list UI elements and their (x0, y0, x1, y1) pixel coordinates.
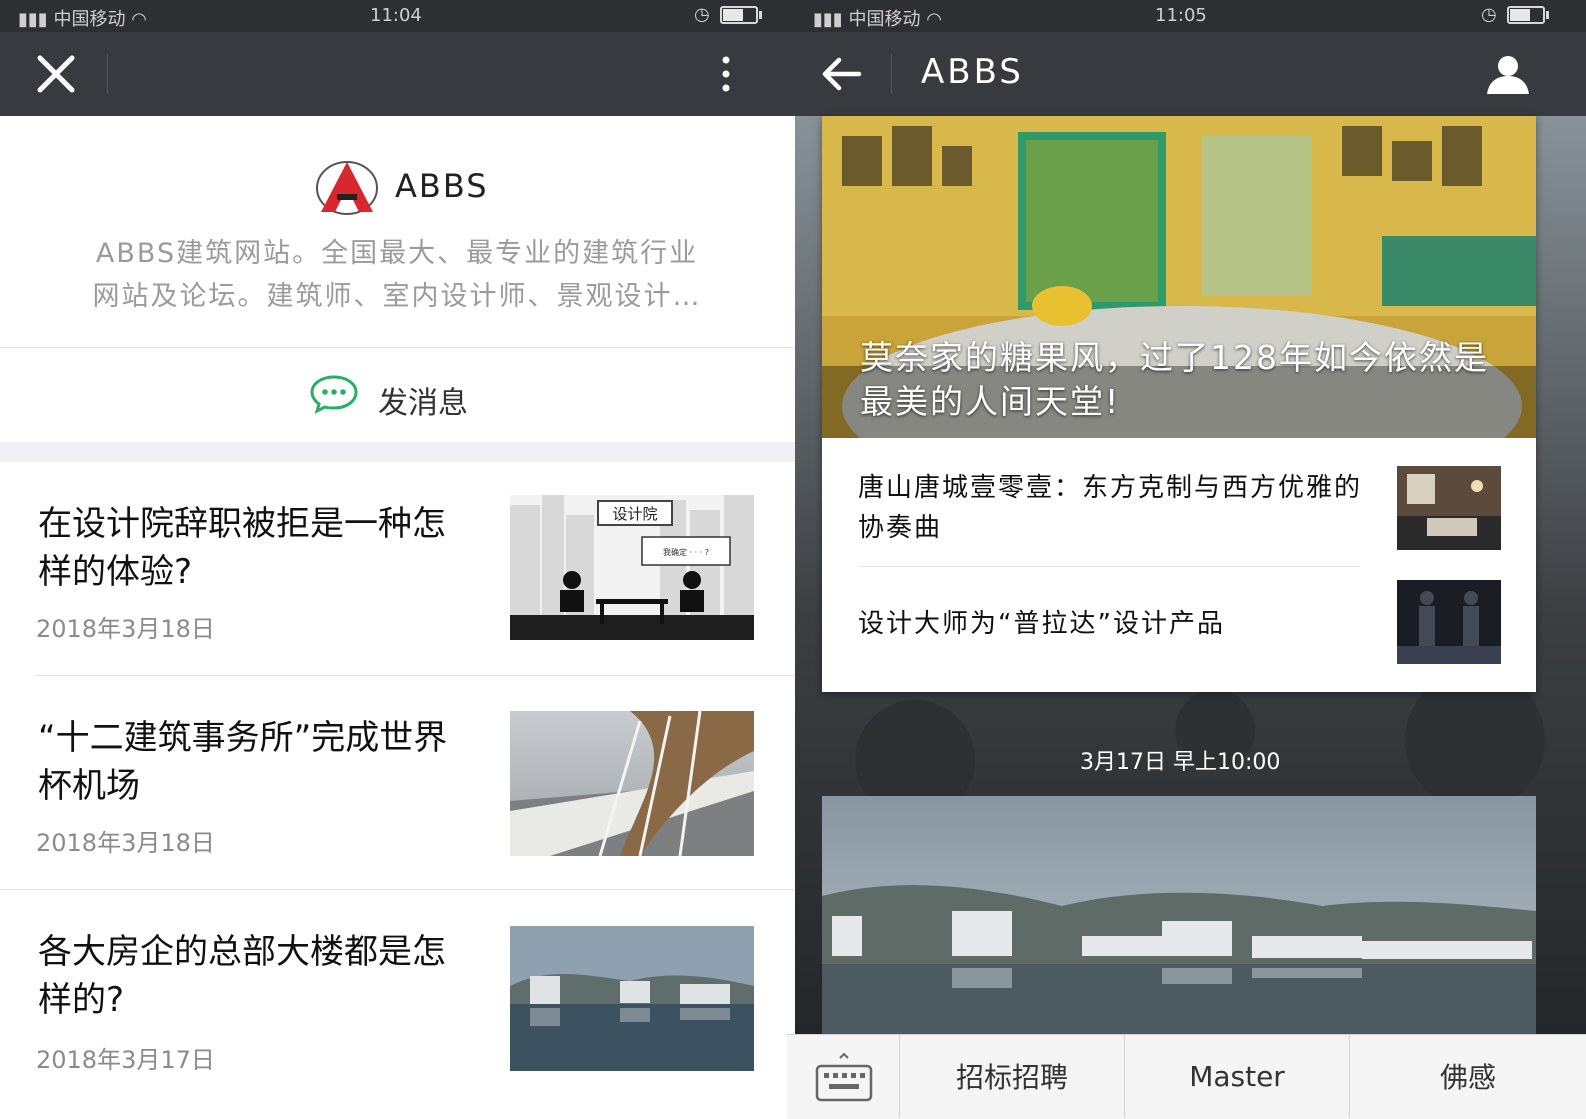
hero-caption: 莫奈家的糖果风，过了128年如今依然是最美的人间天堂! (860, 338, 1489, 421)
svg-text:我确定 · · · ?: 我确定 · · · ? (663, 547, 709, 557)
carrier-label: ▮▮▮ 中国移动 ◠ (813, 9, 942, 30)
profile-icon[interactable] (1485, 54, 1531, 94)
hero-article[interactable]: 莫奈家的糖果风，过了128年如今依然是最美的人间天堂! (822, 116, 1536, 438)
alarm-icon: ◷ (694, 4, 710, 25)
menu-tab-bidding[interactable]: 招标招聘 (900, 1034, 1124, 1118)
message-timestamp: 3月17日 早上10:00 (1080, 750, 1281, 775)
page-title: ABBS (921, 52, 1024, 92)
sub-article-title: 设计大师为“普拉达”设计产品 (858, 609, 1225, 639)
signal-icon: ▮▮▮ (813, 9, 843, 30)
carrier-label: ▮▮▮ 中国移动 ◠ (18, 9, 147, 30)
battery-icon (1506, 6, 1549, 24)
article-title: 在设计院辞职被拒是一种怎样的体验? (38, 504, 446, 592)
article-date: 2018年3月17日 (36, 1046, 215, 1074)
back-arrow-icon[interactable] (819, 52, 863, 96)
article-card[interactable] (822, 796, 1536, 1034)
battery-icon (719, 6, 762, 24)
status-bar: ▮▮▮ 中国移动 ◠ 11:05 ◷ (795, 0, 1586, 32)
nav-bar (795, 32, 1586, 116)
left-screen: ▮▮▮ 中国移动 ◠ 11:04 ◷ ABBS ABBS建筑网站。全国最大、最专… (0, 0, 795, 1118)
signal-icon: ▮▮▮ (18, 9, 48, 30)
article-thumbnail (510, 711, 754, 856)
article-date: 2018年3月18日 (36, 829, 215, 857)
send-message-label: 发消息 (378, 386, 468, 421)
sub-article-title: 唐山唐城壹零壹：东方克制与西方优雅的协奏曲 (858, 473, 1363, 543)
article-date: 2018年3月18日 (36, 615, 215, 643)
abbs-logo (315, 158, 379, 216)
wifi-icon: ◠ (926, 9, 942, 30)
sub-article-thumbnail (1397, 580, 1501, 664)
article-card: 莫奈家的糖果风，过了128年如今依然是最美的人间天堂! 唐山唐城壹零壹：东方克制… (822, 116, 1536, 692)
menu-tab-master[interactable]: Master (1125, 1034, 1349, 1118)
alarm-icon: ◷ (1481, 4, 1497, 25)
thumbnail-sign: 设计院 (612, 505, 657, 523)
article-item[interactable]: 各大房企的总部大楼都是怎样的? 2018年3月17日 (0, 890, 795, 1103)
keyboard-icon (815, 1052, 873, 1104)
account-name: ABBS (395, 167, 489, 205)
article-title: 各大房企的总部大楼都是怎样的? (38, 932, 446, 1020)
close-icon[interactable] (34, 52, 78, 96)
clock: 11:04 (370, 5, 422, 26)
menu-tab-inspiration[interactable]: 佛感 (1350, 1034, 1586, 1118)
article-item[interactable]: 在设计院辞职被拒是一种怎样的体验? 2018年3月18日 设计院 我确定 · ·… (0, 462, 795, 675)
more-options-icon[interactable] (716, 54, 736, 94)
wifi-icon: ◠ (131, 9, 147, 30)
keyboard-toggle-button[interactable] (787, 1034, 899, 1118)
article-item[interactable]: “十二建筑事务所”完成世界杯机场 2018年3月18日 (0, 676, 795, 889)
article-thumbnail (510, 926, 754, 1071)
article-title: “十二建筑事务所”完成世界杯机场 (38, 718, 448, 806)
article-thumbnail: 设计院 我确定 · · · ? (510, 495, 754, 640)
nav-bar (0, 32, 795, 116)
chat-icon (309, 374, 359, 414)
clock: 11:05 (1155, 5, 1207, 26)
status-bar: ▮▮▮ 中国移动 ◠ 11:04 ◷ (0, 0, 795, 32)
account-description: ABBS建筑网站。全国最大、最专业的建筑行业 网站及论坛。建筑师、室内设计师、景… (92, 238, 702, 312)
article-image (822, 796, 1536, 1034)
sub-article-thumbnail (1397, 466, 1501, 550)
